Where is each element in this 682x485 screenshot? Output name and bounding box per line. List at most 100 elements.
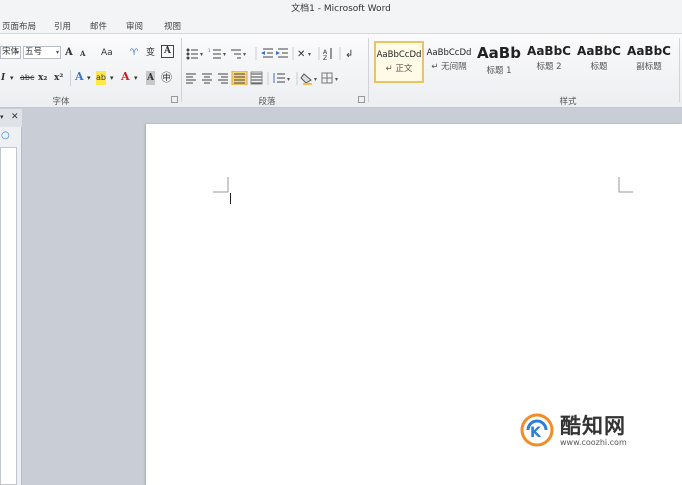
margin-corner-top-left	[213, 177, 229, 193]
paragraph-group-label: 段落	[258, 97, 276, 107]
superscript-button[interactable]: x²	[54, 71, 63, 85]
style-heading-2[interactable]: AaBbC 标题 2	[524, 41, 574, 83]
title-bar: 文档1 - Microsoft Word	[0, 0, 682, 18]
svg-text:K: K	[530, 425, 542, 441]
separator	[70, 70, 71, 86]
nav-pane-list[interactable]	[0, 147, 17, 485]
style-normal[interactable]: AaBbCcDd ↵ 正文	[374, 41, 424, 83]
style-name: 标题 2	[536, 62, 562, 72]
search-icon[interactable]: ○	[1, 130, 10, 141]
chevron-down-icon: ▾	[314, 76, 317, 83]
styles-group-label: 样式	[559, 97, 577, 107]
paragraph-row-1: ▾ 1 ▾ ▾ ✕ ▾ AZ ↲	[186, 47, 353, 60]
shading-icon	[300, 73, 312, 85]
chevron-down-icon: ▾	[287, 76, 290, 83]
window-title: 文档1 - Microsoft Word	[291, 4, 391, 14]
chinese-layout-icon: ✕	[297, 49, 305, 60]
nav-pane-header: ▾ ✕	[0, 109, 22, 127]
style-sample: AaBbCcDd	[426, 48, 472, 58]
highlight-button[interactable]: ab	[96, 71, 106, 85]
shrink-font-button[interactable]: A	[80, 47, 85, 61]
align-center-icon	[202, 73, 212, 84]
show-marks-icon: ↲	[345, 49, 353, 60]
char-border-button[interactable]: A	[161, 45, 174, 58]
clear-format-icon[interactable]: ♈	[130, 46, 138, 60]
margin-corner-top-right	[618, 177, 633, 193]
style-subtitle[interactable]: AaBbC 副标题	[624, 41, 674, 83]
align-left-icon	[186, 73, 196, 84]
chevron-down-icon: ▾	[243, 51, 246, 58]
chevron-down-icon[interactable]: ▾	[110, 71, 114, 85]
nav-pane-menu-icon[interactable]: ▾	[0, 113, 4, 121]
font-size-combo[interactable]: 五号 ▾	[23, 46, 61, 59]
decrease-indent-icon	[261, 48, 273, 58]
italic-dropdown-icon[interactable]: ▾	[10, 71, 14, 85]
increase-indent-icon	[276, 48, 288, 58]
style-sample: AaBb	[477, 44, 521, 62]
distributed-icon	[250, 71, 263, 85]
tab-review[interactable]: 审阅	[126, 20, 143, 32]
numbering-icon: 1	[208, 48, 221, 59]
char-shading-button[interactable]: A	[146, 71, 155, 85]
coozhi-logo-icon: K	[520, 413, 554, 447]
style-sample: AaBbC	[527, 44, 571, 58]
navigation-pane: ▾ ✕ ○ ▾	[0, 109, 22, 485]
font-size-value: 五号	[25, 47, 43, 57]
chevron-down-icon[interactable]: ▾	[134, 71, 138, 85]
strikethrough-button[interactable]: abc	[20, 71, 34, 85]
change-case-button[interactable]: Aa	[101, 46, 113, 60]
group-separator	[181, 38, 182, 102]
bullets-icon	[186, 48, 198, 60]
watermark-url: www.coozhi.com	[560, 438, 627, 447]
style-no-spacing[interactable]: AaBbCcDd ↵ 无间隔	[424, 41, 474, 83]
font-dialog-launcher-icon[interactable]	[171, 96, 178, 103]
ribbon-tab-bar: 页面布局 引用 邮件 审阅 视图	[0, 18, 682, 34]
style-sample: AaBbC	[577, 44, 621, 58]
chevron-down-icon: ▾	[55, 49, 59, 56]
tab-mailings[interactable]: 邮件	[90, 20, 107, 32]
chevron-down-icon: ▾	[200, 51, 203, 58]
style-sample: AaBbC	[627, 44, 671, 58]
watermark: K 酷知网 www.coozhi.com	[520, 410, 670, 454]
tab-references[interactable]: 引用	[54, 20, 71, 32]
paragraph-row-2: ▾ ▾ ▾	[186, 71, 338, 85]
close-icon[interactable]: ✕	[11, 112, 19, 122]
text-cursor	[230, 193, 231, 204]
watermark-name: 酷知网	[560, 414, 626, 438]
chevron-down-icon: ▾	[335, 76, 338, 83]
enclose-char-button[interactable]: ㊥	[161, 71, 172, 85]
text-effect-button[interactable]: A	[75, 70, 84, 84]
style-name: ↵ 无间隔	[431, 62, 467, 72]
grow-font-button[interactable]: A	[65, 46, 73, 60]
svg-text:✕: ✕	[297, 49, 305, 60]
style-name: 标题	[590, 62, 608, 72]
borders-icon	[321, 72, 333, 84]
font-name-combo[interactable]: 宋体 ▾	[0, 46, 21, 59]
line-spacing-icon	[273, 73, 285, 83]
style-name: ↵ 正文	[385, 64, 413, 74]
multilevel-list-icon	[231, 49, 241, 59]
style-name: 副标题	[636, 62, 662, 72]
chevron-down-icon: ▾	[223, 51, 226, 58]
chevron-down-icon: ▾	[308, 51, 311, 58]
italic-button[interactable]: I	[1, 71, 5, 85]
paragraph-dialog-launcher-icon[interactable]	[358, 96, 365, 103]
style-heading-1[interactable]: AaBb 标题 1	[474, 41, 524, 83]
font-group-label: 字体	[52, 97, 70, 107]
svg-text:1: 1	[208, 48, 211, 53]
tab-view[interactable]: 视图	[164, 20, 181, 32]
subscript-button[interactable]: x₂	[38, 71, 47, 85]
style-sample: AaBbCcDd	[376, 50, 422, 60]
phonetic-guide-button[interactable]: 变	[146, 46, 155, 60]
style-name: 标题 1	[486, 66, 512, 76]
style-title[interactable]: AaBbC 标题	[574, 41, 624, 83]
font-color-button[interactable]: A	[121, 70, 130, 84]
gallery-scroll-edge	[679, 38, 680, 102]
svg-text:Z: Z	[323, 55, 327, 60]
align-right-icon	[218, 73, 228, 84]
chevron-down-icon[interactable]: ▾	[87, 71, 91, 85]
group-separator	[368, 38, 369, 102]
tab-page-layout[interactable]: 页面布局	[2, 20, 36, 32]
ribbon: 宋体 ▾ 五号 ▾ A A Aa ♈ 变 A I ▾ abc x₂ x² A ▾ a…	[0, 34, 682, 108]
sort-icon: AZ	[323, 48, 332, 60]
